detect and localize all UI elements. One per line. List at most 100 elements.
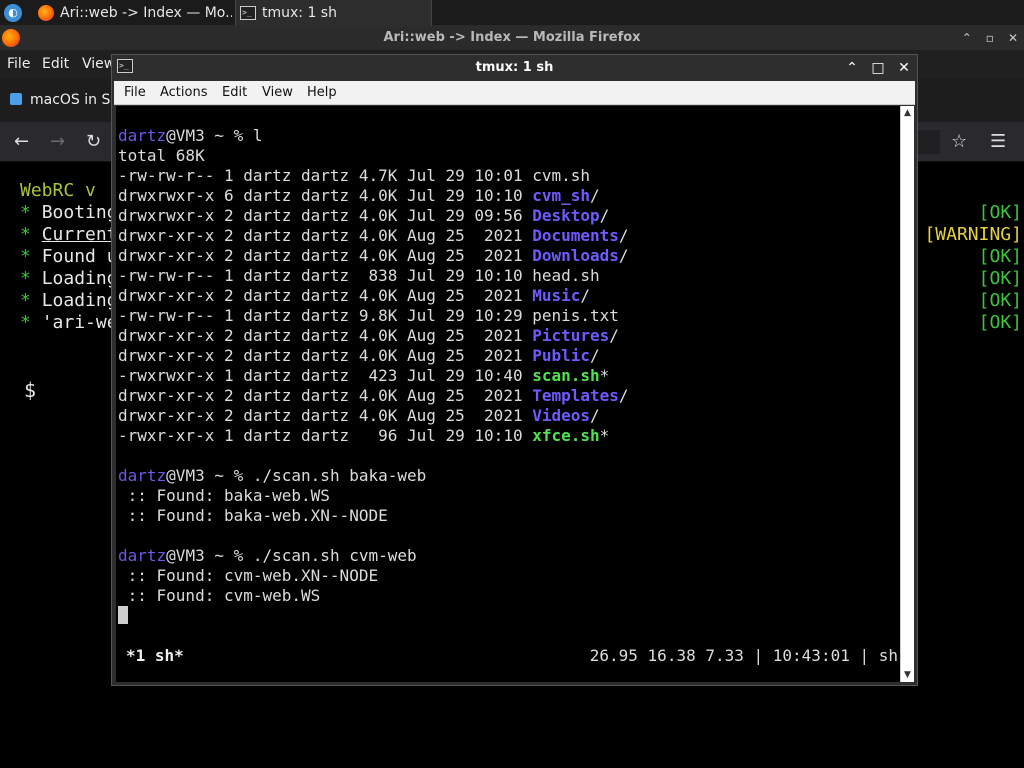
file-name: cvm.sh [532, 166, 591, 185]
listing-row: drwxr-xr-x 2 dartz dartz 4.0K Aug 25 202… [118, 346, 600, 366]
menu-edit[interactable]: Edit [222, 81, 247, 105]
listing-row: -rw-rw-r-- 1 dartz dartz 4.7K Jul 29 10:… [118, 166, 590, 186]
console-header: WebRC v [20, 180, 96, 201]
file-suffix: * [599, 366, 610, 385]
bookmark-star-icon[interactable]: ☆ [951, 122, 967, 162]
menu-help[interactable]: Help [307, 81, 337, 105]
tmux-window-list[interactable]: *1 sh* [126, 646, 184, 666]
terminal-menubar: File Actions Edit View Help [114, 81, 915, 105]
file-suffix: / [599, 206, 610, 225]
close-icon[interactable]: ✕ [897, 55, 911, 81]
file-suffix: / [609, 326, 619, 345]
menu-actions[interactable]: Actions [160, 81, 208, 105]
menu-edit[interactable]: Edit [42, 50, 69, 78]
status-ok: [OK] [978, 246, 1022, 267]
prompt-line: dartz@VM3 ~ % ./scan.sh baka-web [118, 466, 427, 485]
scroll-down-icon[interactable]: ▼ [901, 668, 914, 682]
file-meta: drwxr-xr-x 2 dartz dartz 4.0K Aug 25 202… [118, 326, 533, 345]
file-meta: drwxrwxr-x 6 dartz dartz 4.0K Jul 29 10:… [118, 186, 533, 205]
tab-favicon-icon [10, 93, 22, 105]
listing-row: -rwxrwxr-x 1 dartz dartz 423 Jul 29 10:4… [118, 366, 609, 386]
console-line: * Loading [20, 268, 118, 289]
output-line: :: Found: baka-web.XN--NODE [118, 506, 388, 525]
console-prompt: $ [24, 378, 37, 402]
hamburger-menu-icon[interactable]: ☰ [990, 122, 1006, 162]
taskbar-item-firefox[interactable]: Ari::web -> Index — Mo... [34, 0, 232, 26]
file-suffix: / [590, 186, 600, 205]
window-controls: ⌃ ▫ ✕ [962, 26, 1018, 50]
browser-tab[interactable]: macOS in Sv [10, 90, 119, 110]
output-line: :: Found: cvm-web.WS [118, 586, 321, 605]
file-meta: -rw-rw-r-- 1 dartz dartz 9.8K Jul 29 10:… [118, 306, 533, 325]
app-menu-icon[interactable]: ◐ [4, 4, 22, 22]
status-ok: [OK] [978, 312, 1022, 333]
output-line: :: Found: cvm-web.XN--NODE [118, 566, 379, 585]
status-ok: [OK] [978, 202, 1022, 223]
file-suffix: / [618, 226, 629, 245]
terminal-icon: >_ [240, 6, 256, 20]
file-name: Downloads [532, 246, 619, 265]
listing-row: -rw-rw-r-- 1 dartz dartz 838 Jul 29 10:1… [118, 266, 600, 286]
maximize-icon[interactable]: □ [871, 55, 885, 81]
file-meta: drwxr-xr-x 2 dartz dartz 4.0K Aug 25 202… [118, 246, 533, 265]
file-suffix: / [618, 246, 629, 265]
url-bar[interactable] [916, 130, 940, 154]
file-name: Public [532, 346, 591, 365]
taskbar-item-label: Ari::web -> Index — Mo... [60, 5, 232, 21]
file-meta: -rw-rw-r-- 1 dartz dartz 838 Jul 29 10:1… [118, 266, 533, 285]
terminal-titlebar[interactable]: >_ tmux: 1 sh ⌃ □ ✕ [112, 55, 917, 81]
file-meta: drwxrwxr-x 2 dartz dartz 4.0K Jul 29 09:… [118, 206, 533, 225]
listing-row: drwxr-xr-x 2 dartz dartz 4.0K Aug 25 202… [118, 386, 629, 406]
close-icon[interactable]: ✕ [1008, 26, 1018, 50]
file-suffix: / [590, 406, 600, 425]
minimize-icon[interactable]: ⌃ [962, 26, 972, 50]
terminal-window: >_ tmux: 1 sh ⌃ □ ✕ File Actions Edit Vi… [111, 54, 918, 686]
listing-row: drwxr-xr-x 2 dartz dartz 4.0K Aug 25 202… [118, 226, 629, 246]
scrollbar[interactable]: ▲ ▼ [900, 106, 914, 682]
taskbar-item-tmux[interactable]: >_ tmux: 1 sh [235, 0, 432, 26]
menu-file[interactable]: File [7, 50, 30, 78]
file-suffix: * [599, 426, 610, 445]
listing-row: drwxrwxr-x 2 dartz dartz 4.0K Jul 29 09:… [118, 206, 609, 226]
file-meta: -rwxrwxr-x 1 dartz dartz 423 Jul 29 10:4… [118, 366, 533, 385]
console-line: * Found u [20, 246, 118, 267]
file-name: penis.txt [532, 306, 619, 325]
file-meta: drwxr-xr-x 2 dartz dartz 4.0K Aug 25 202… [118, 406, 533, 425]
minimize-icon[interactable]: ⌃ [845, 55, 859, 81]
menu-view[interactable]: View [262, 81, 293, 105]
forward-icon[interactable]: → [50, 122, 65, 162]
file-meta: drwxr-xr-x 2 dartz dartz 4.0K Aug 25 202… [118, 226, 533, 245]
file-name: Music [532, 286, 581, 305]
file-meta: drwxr-xr-x 2 dartz dartz 4.0K Aug 25 202… [118, 286, 533, 305]
maximize-icon[interactable]: ▫ [986, 26, 994, 50]
status-warning: [WARNING] [924, 224, 1022, 245]
reload-icon[interactable]: ↻ [86, 122, 101, 162]
back-icon[interactable]: ← [14, 122, 29, 162]
firefox-titlebar[interactable]: Ari::web -> Index — Mozilla Firefox ⌃ ▫ … [0, 26, 1024, 50]
file-name: scan.sh [532, 366, 600, 385]
menu-file[interactable]: File [124, 81, 146, 105]
listing-row: -rw-rw-r-- 1 dartz dartz 9.8K Jul 29 10:… [118, 306, 619, 326]
file-suffix: / [590, 346, 600, 365]
file-name: Pictures [532, 326, 610, 345]
firefox-icon [38, 5, 54, 21]
file-name: xfce.sh [532, 426, 600, 445]
terminal-output[interactable]: dartz@VM3 ~ % l total 68K -rw-rw-r-- 1 d… [116, 106, 900, 682]
listing-row: drwxr-xr-x 2 dartz dartz 4.0K Aug 25 202… [118, 406, 600, 426]
scroll-up-icon[interactable]: ▲ [901, 106, 914, 120]
tmux-status-right: 26.95 16.38 7.33 | 10:43:01 | sh [589, 646, 898, 665]
window-title: tmux: 1 sh [475, 60, 554, 75]
cursor-line [118, 606, 128, 626]
file-suffix: / [618, 386, 629, 405]
file-name: cvm_sh [532, 186, 591, 205]
output-line: total 68K [118, 146, 205, 165]
console-line: * Current [20, 224, 118, 245]
prompt-line: dartz@VM3 ~ % ./scan.sh cvm-web [118, 546, 417, 565]
file-name: Templates [532, 386, 619, 405]
window-controls: ⌃ □ ✕ [845, 55, 911, 81]
status-ok: [OK] [978, 268, 1022, 289]
taskbar: ◐ Ari::web -> Index — Mo... >_ tmux: 1 sh [0, 0, 1024, 26]
file-name: Desktop [532, 206, 600, 225]
console-line: * Loading [20, 290, 118, 311]
file-meta: drwxr-xr-x 2 dartz dartz 4.0K Aug 25 202… [118, 346, 533, 365]
